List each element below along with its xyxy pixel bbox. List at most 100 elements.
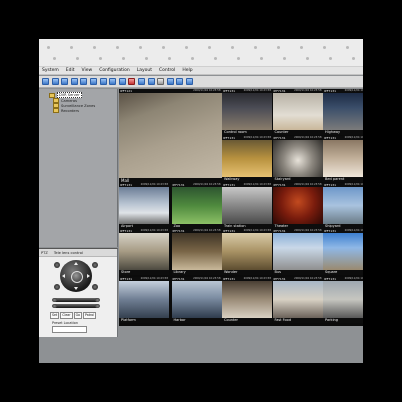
layout-16-icon[interactable] [89,78,97,85]
camera-tile[interactable]: IPF7131 2009/11/04 10:23:58 Train station [222,182,272,229]
camera-timestamp: 2009/11/04 10:23:58 [193,182,221,186]
camera-id: IPF7131 [273,182,286,187]
camera-id: IPF7131 [223,135,236,140]
camera-timestamp: 2009/11/04 10:23:58 [243,135,271,139]
remove-camera-icon[interactable] [51,78,59,85]
playback-icon[interactable] [147,78,155,85]
header-banner [39,39,363,67]
camera-timestamp: 2009/11/04 10:23:58 [193,277,221,280]
camera-tile[interactable]: IPF7131 2009/11/04 10:23:58 Control room [222,89,272,135]
menu-layout[interactable]: Layout [137,67,152,75]
banner-dot [116,46,119,49]
focus-plus-icon[interactable] [95,303,100,308]
camera-id: IPF7131 [324,277,337,281]
camera-location-label: Zoo [171,223,222,229]
preset-set-button[interactable]: Set [50,312,60,319]
pan-right-icon[interactable] [87,274,90,278]
preset-go-button[interactable]: Go [73,312,82,319]
focus-near-button[interactable] [54,284,60,290]
camera-tile-header: IPF7131 2009/11/04 10:23:58 [272,277,323,281]
snapshot-icon[interactable] [118,78,126,85]
focus-minus-icon[interactable] [52,303,57,308]
camera-timestamp: 2009/11/04 10:23:58 [193,89,221,92]
camera-tile-header: IPF7131 2009/11/04 10:23:58 [222,277,272,281]
settings-icon[interactable] [157,78,165,85]
camera-video-feed [222,233,272,270]
tab-ptz[interactable]: PTZ [41,251,48,255]
forward-icon[interactable] [185,78,193,85]
camera-tile[interactable]: IPF7131 2009/11/04 10:23:58 Square [323,229,363,275]
camera-id: IPF7131 [273,277,286,281]
camera-tile[interactable]: IPF7131 2009/11/04 10:23:58 Fast Food [272,277,323,323]
menu-system[interactable]: System [42,67,59,75]
back-icon[interactable] [176,78,184,85]
camera-tile[interactable]: IPF7131 2009/11/04 10:23:58 Bus [272,229,323,275]
focus-slider[interactable] [52,303,100,308]
record-icon[interactable] [128,78,136,85]
layout-9-icon[interactable] [80,78,88,85]
stop-icon[interactable] [137,78,145,85]
banner-dot [185,46,188,49]
camera-timestamp: 2009/11/04 10:23:58 [294,229,322,232]
banner-dot [208,46,211,49]
zoom-slider[interactable] [52,297,100,302]
camera-location-label: Airport [119,223,169,229]
zoom-out-button[interactable] [92,262,98,268]
pan-left-icon[interactable] [62,274,65,278]
camera-tile[interactable]: IPF7131 2009/11/04 10:23:58 Counter [222,277,272,323]
home-position-button[interactable] [71,271,83,283]
camera-tile[interactable]: IPF71312009/11/04 10:23:58Shipyard [323,182,363,229]
camera-video-feed [222,186,272,224]
menu-control[interactable]: Control [159,67,175,75]
camera-tile[interactable]: IPF7131 2009/11/04 10:23:58 Theater [272,182,323,229]
banner-dot [300,46,303,49]
camera-location-label: Control room [222,130,272,135]
camera-location-label: Store [119,270,169,275]
layout-1-icon[interactable] [61,78,69,85]
focus-far-button[interactable] [92,284,98,290]
pan-up-icon[interactable] [74,262,78,265]
camera-tile[interactable]: IPF7131 2009/11/04 10:23:58 Zoo [171,182,222,229]
add-camera-icon[interactable] [42,78,49,85]
layout-custom-icon[interactable] [99,78,107,85]
camera-timestamp: 2009/11/04 10:23:58 [344,229,363,232]
camera-tile[interactable]: IPF7131 2009/11/04 10:23:58 Store [119,229,169,275]
menu-configuration[interactable]: Configuration [99,67,130,75]
camera-video-feed [323,281,363,318]
camera-tile[interactable]: IPF7131 2009/11/04 10:23:58 Platform [119,277,169,323]
layout-4-icon[interactable] [70,78,78,85]
menu-edit[interactable]: Edit [66,67,75,75]
camera-video-feed [171,281,222,318]
fullscreen-icon[interactable] [109,78,117,85]
preset-location-select[interactable] [52,326,87,333]
ptz-joystick[interactable] [54,260,98,293]
camera-tile[interactable]: IPF7131 2009/11/04 10:23:58 Harbor [171,277,222,323]
camera-tile[interactable]: IPF7131 2009/11/04 10:23:58 Highway [323,89,363,135]
tree-item-recorders[interactable]: Recorders [53,108,79,113]
camera-tile[interactable]: IPF7131 2009/11/04 10:23:58 Wonder [222,229,272,275]
preset-patrol-button[interactable]: Patrol [83,312,97,319]
camera-tile[interactable]: IPF7131 2009/11/04 10:23:58 Walkway [222,135,272,182]
camera-tile[interactable]: IPF7131 2009/11/04 10:23:58 Parking [323,277,363,323]
camera-tile[interactable]: IPF7131 2009/11/04 10:23:58 Library [171,229,222,275]
zoom-plus-icon[interactable] [95,297,100,302]
camera-tile-header: IPF7131 2009/11/04 10:23:58 [272,135,323,140]
camera-tile[interactable]: IPF7131 2009/11/04 10:23:58 Counter [272,89,323,135]
zoom-in-button[interactable] [54,262,60,268]
camera-tile[interactable]: IPF7131 2009/11/04 10:23:58 Bed parent [323,135,363,182]
camera-tile[interactable]: IPF7131 2009/11/04 10:23:58 Stairyard [272,135,323,182]
camera-video-feed [119,186,169,224]
camera-tile[interactable]: IPF7131 2009/11/04 10:23:58 Airport [119,182,169,229]
banner-dot [214,57,217,60]
camera-tile-header: IPF7131 2009/11/04 10:23:58 [222,135,272,140]
camera-id: IPF7131 [120,182,133,187]
tab-tele-lens[interactable]: Tele lens control [54,251,83,255]
preset-clear-button[interactable]: Clear [60,312,73,319]
menu-view[interactable]: View [82,67,93,75]
menu-help[interactable]: Help [182,67,192,75]
camera-location-label: Wonder [222,270,272,275]
camera-tile[interactable]: IPF7121 2009/11/04 10:23:58 Mall [119,89,222,183]
zoom-minus-icon[interactable] [52,297,57,302]
grid-icon[interactable] [166,78,174,85]
pan-down-icon[interactable] [74,287,78,290]
